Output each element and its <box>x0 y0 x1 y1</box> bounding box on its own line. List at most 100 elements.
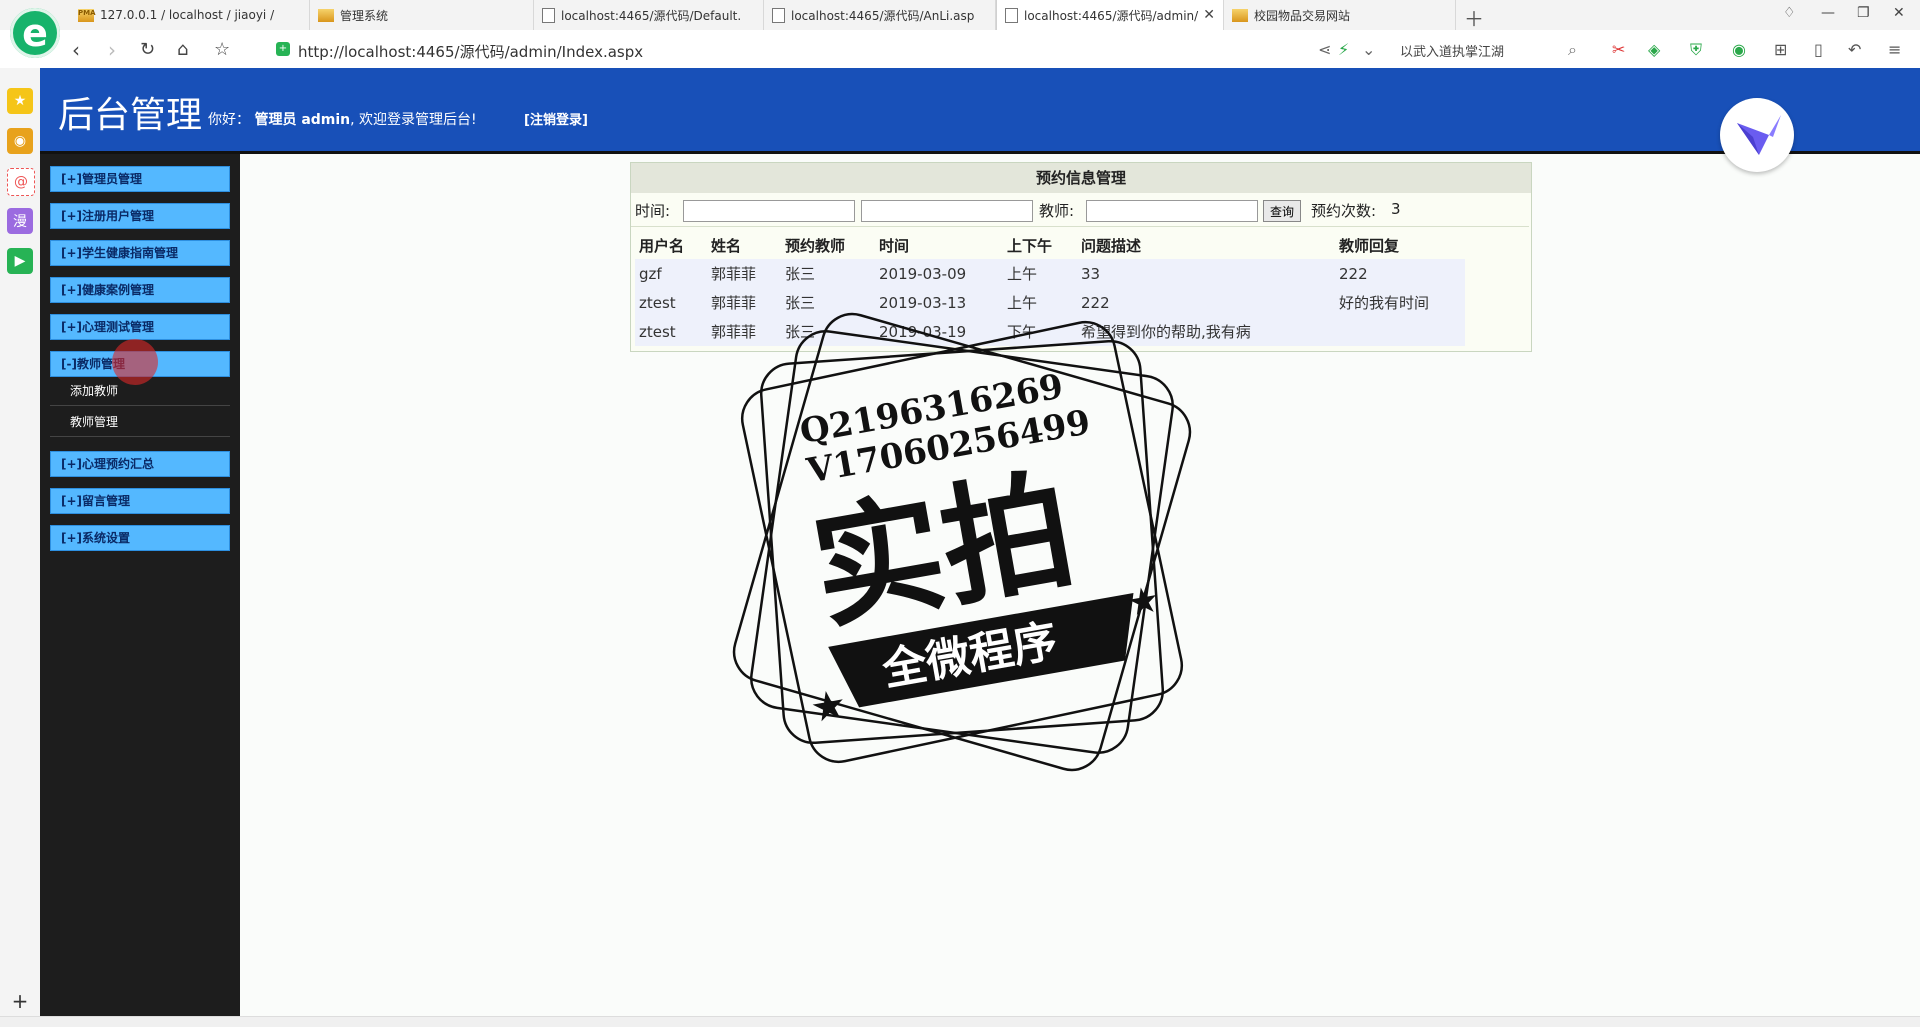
star-icon: ★ <box>807 681 850 733</box>
lightning-icon[interactable]: ⚡ <box>1338 40 1349 59</box>
chart-icon <box>318 8 334 22</box>
submenu-teacher-management[interactable]: 教师管理 <box>50 407 230 437</box>
search-field[interactable]: 以武入道执掌江湖 <box>1400 41 1504 60</box>
home-icon[interactable]: ⌂ <box>177 39 188 60</box>
time-label: 时间: <box>635 202 671 220</box>
menu-health-cases[interactable]: [+]健康案例管理 <box>50 277 230 303</box>
menu-appointment-summary[interactable]: [+]心理预约汇总 <box>50 451 230 477</box>
column-header: 教师回复 <box>1339 236 1400 255</box>
browser-tab-management[interactable]: 管理系统 <box>310 0 534 30</box>
menu-admin-management[interactable]: [+]管理员管理 <box>50 166 230 192</box>
scissors-icon[interactable]: ✂ <box>1612 40 1625 59</box>
weibo-icon[interactable]: ◉ <box>7 128 33 154</box>
column-header: 用户名 <box>639 236 685 255</box>
cell-teacher: 张三 <box>781 259 875 288</box>
browser-tab-default[interactable]: localhost:4465/源代码/Default. <box>534 0 764 30</box>
browser-tab-anli[interactable]: localhost:4465/源代码/AnLi.asp <box>764 0 996 30</box>
menu-psych-tests[interactable]: [+]心理测试管理 <box>50 314 230 340</box>
panel-title: 预约信息管理 <box>631 163 1531 193</box>
logout-link[interactable]: [注销登录] <box>524 109 588 128</box>
admin-header: 后台管理 你好： 管理员 admin, 欢迎登录管理后台! [注销登录] <box>40 68 1920 172</box>
column-header: 上下午 <box>1007 236 1053 255</box>
phpmyadmin-icon: PMA <box>78 8 96 22</box>
restore-icon[interactable]: ❐ <box>1857 5 1870 21</box>
page-title: 后台管理 <box>58 95 203 136</box>
game-icon[interactable]: ◉ <box>1732 40 1746 59</box>
security-shield-icon[interactable]: + <box>276 42 290 56</box>
browser-tab-phpmyadmin[interactable]: PMA 127.0.0.1 / localhost / jiaoyi / <box>70 0 310 30</box>
tab-label: 管理系统 <box>340 8 389 23</box>
user-name: 管理员 admin <box>254 112 351 128</box>
close-tab-icon[interactable]: ✕ <box>1203 7 1215 23</box>
cell-reply: 222 <box>1335 259 1465 288</box>
search-icon[interactable]: ⌕ <box>1568 40 1577 60</box>
shield-icon[interactable]: ⛨ <box>1690 40 1702 60</box>
column-header: 预约教师 <box>785 236 846 255</box>
favorites-icon[interactable]: ★ <box>7 88 33 114</box>
greeting: 你好： 管理员 admin, 欢迎登录管理后台! <box>208 109 477 129</box>
browser-logo[interactable]: e <box>10 8 60 58</box>
admin-sidebar: [+]管理员管理 [+]注册用户管理 [+]学生健康指南管理 [+]健康案例管理… <box>40 154 240 1016</box>
video-icon[interactable]: ▶ <box>7 248 33 274</box>
address-bar: ‹ › ↻ ⌂ ☆ + http://localhost:4465/源代码/ad… <box>0 30 1920 69</box>
start-date-input[interactable] <box>683 200 855 222</box>
new-tab-icon[interactable]: ＋ <box>1464 3 1484 32</box>
minimize-icon[interactable]: — <box>1821 5 1835 21</box>
page-icon <box>772 7 785 23</box>
share-icon[interactable]: ⋖ <box>1318 40 1331 59</box>
page-icon <box>1005 7 1018 23</box>
comic-icon[interactable]: 漫 <box>7 208 33 234</box>
tab-label: localhost:4465/源代码/Default. <box>561 8 742 23</box>
close-window-icon[interactable]: ✕ <box>1893 5 1905 21</box>
reload-icon[interactable]: ↻ <box>140 39 155 60</box>
browser-tab-bar: PMA 127.0.0.1 / localhost / jiaoyi / 管理系… <box>0 0 1920 31</box>
chart-icon <box>1232 8 1248 22</box>
browser-sidebar: ★ ◉ @ 漫 ▶ + <box>0 68 41 1016</box>
mail-icon[interactable]: @ <box>7 168 35 196</box>
count-label: 预约次数: <box>1311 202 1377 220</box>
watermark-stamp: Q2196316269 V17060256499 实拍 全微程序 ★ ★ <box>732 312 1192 772</box>
back-icon[interactable]: ‹ <box>72 38 80 62</box>
forward-icon[interactable]: › <box>108 38 116 62</box>
cell-description: 33 <box>1077 259 1335 288</box>
chevron-down-icon[interactable]: ⌄ <box>1362 40 1375 59</box>
menu-registered-users[interactable]: [+]注册用户管理 <box>50 203 230 229</box>
tab-label: 127.0.0.1 / localhost / jiaoyi / <box>100 8 275 22</box>
teacher-input[interactable] <box>1086 200 1258 222</box>
menu-health-guide[interactable]: [+]学生健康指南管理 <box>50 240 230 266</box>
cell-username: gzf <box>635 259 707 288</box>
page-icon <box>542 7 555 23</box>
reader-icon[interactable]: ▯ <box>1814 40 1823 59</box>
menu-icon[interactable]: ≡ <box>1888 40 1901 59</box>
column-header: 问题描述 <box>1081 236 1142 255</box>
add-icon[interactable]: + <box>7 988 33 1014</box>
status-bar <box>0 1016 1920 1027</box>
menu-message-management[interactable]: [+]留言管理 <box>50 488 230 514</box>
apps-icon[interactable]: ⊞ <box>1774 40 1787 59</box>
undo-icon[interactable]: ↶ <box>1848 40 1861 59</box>
bird-logo-icon <box>1720 98 1794 172</box>
greeting-prefix: 你好： <box>208 112 250 128</box>
tab-label: localhost:4465/源代码/admin/ <box>1024 8 1199 23</box>
column-header: 姓名 <box>711 236 742 255</box>
extension-icon[interactable]: ◈ <box>1648 40 1660 59</box>
star-icon[interactable]: ☆ <box>214 39 230 60</box>
table-header-row: 用户名 姓名 预约教师 时间 上下午 问题描述 教师回复 <box>635 231 1465 259</box>
browser-tab-campus[interactable]: 校园物品交易网站 <box>1224 0 1456 30</box>
teacher-label: 教师: <box>1039 202 1075 220</box>
cell-name: 郭菲菲 <box>707 259 781 288</box>
menu-system-settings[interactable]: [+]系统设置 <box>50 525 230 551</box>
cell-username: ztest <box>635 288 707 317</box>
greeting-suffix: , 欢迎登录管理后台! <box>350 112 477 128</box>
query-button[interactable]: 查询 <box>1263 200 1302 222</box>
count-value: 3 <box>1391 200 1401 218</box>
browser-tab-admin[interactable]: localhost:4465/源代码/admin/ ✕ <box>996 0 1224 30</box>
end-date-input[interactable] <box>861 200 1033 222</box>
click-indicator <box>112 339 158 385</box>
url-field[interactable]: http://localhost:4465/源代码/admin/Index.as… <box>298 41 643 62</box>
cell-date: 2019-03-09 <box>875 259 1003 288</box>
cell-period: 上午 <box>1003 259 1077 288</box>
tab-label: 校园物品交易网站 <box>1254 8 1351 23</box>
shirt-icon[interactable]: ♢ <box>1783 5 1796 21</box>
filter-bar: 时间: 教师: 查询 预约次数: 3 <box>631 194 1529 227</box>
